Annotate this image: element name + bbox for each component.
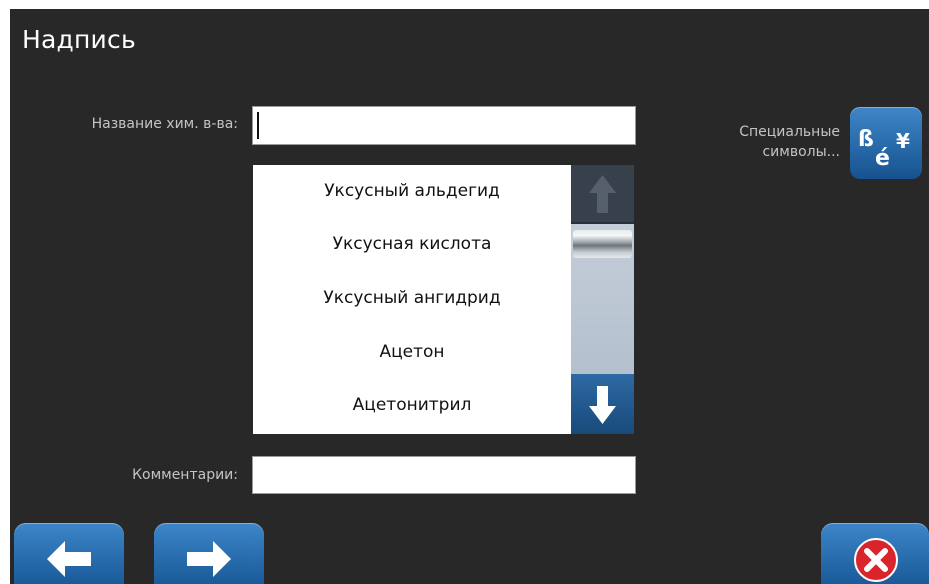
forward-button[interactable] [154,523,264,584]
page-title: Надпись [22,25,136,54]
text-caret [257,112,259,139]
screen: Надпись Название хим. в-ва: Уксусный аль… [0,0,929,584]
comment-input[interactable] [252,456,636,494]
dialog-panel: Надпись Название хим. в-ва: Уксусный аль… [10,9,929,584]
list-item[interactable]: Уксусная кислота [253,232,571,256]
back-button[interactable] [14,523,124,584]
special-symbols-label-line1: Специальные [739,124,840,140]
list-scrollbar[interactable] [571,165,634,434]
arrow-right-icon [187,541,231,577]
chemical-list[interactable]: Уксусный альдегид Уксусная кислота Уксус… [253,165,571,434]
list-item[interactable]: Уксусный альдегид [253,179,571,203]
chemical-name-input[interactable] [252,106,636,145]
arrow-left-icon [47,541,91,577]
list-item[interactable]: Уксусный ангидрид [253,286,571,310]
sharp-s-glyph: ß [858,127,874,152]
close-icon [854,538,898,582]
yen-glyph: ¥ [896,129,910,153]
scroll-track[interactable] [571,224,634,374]
list-item[interactable]: Ацетон [253,340,571,364]
special-symbols-button[interactable]: ß é ¥ [850,107,922,179]
arrow-up-icon [589,175,616,213]
scroll-down-button[interactable] [571,374,634,434]
comment-label: Комментарии: [132,467,238,483]
list-item[interactable]: Ацетонитрил [253,393,571,417]
arrow-down-icon [589,386,616,424]
scroll-thumb[interactable] [573,230,632,258]
chemical-name-label: Название хим. в-ва: [91,116,238,132]
scroll-up-button[interactable] [571,165,634,224]
special-symbols-label-line2: символы... [762,144,840,160]
close-button[interactable] [821,523,929,584]
e-acute-glyph: é [875,146,890,171]
special-symbols-icon: ß é ¥ [858,127,910,171]
special-symbols-label: Специальные символы... [675,122,840,162]
